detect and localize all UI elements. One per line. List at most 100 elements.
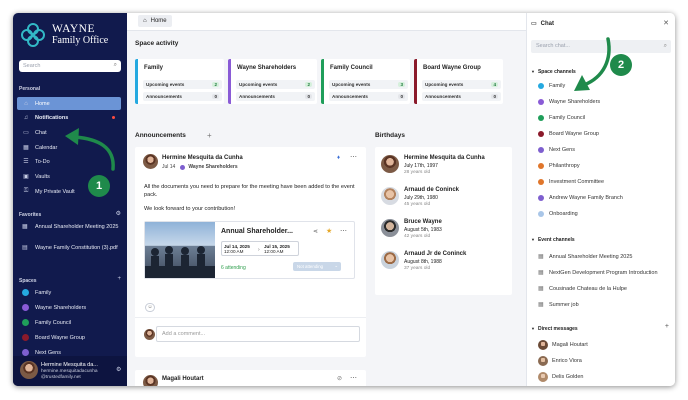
favorite-item[interactable]: ▤ Wayne Family Constitution (3).pdf [17,244,121,252]
star-icon[interactable]: ★ [326,227,332,235]
muted-bell-icon[interactable]: ⊘ [337,375,342,382]
tab-home[interactable]: ⌂ Home [138,15,172,27]
birthday-date: August 8th, 1988 [404,259,442,265]
sidebar-search-input[interactable]: Search ⌕ [19,60,121,72]
row-label: Upcoming events [239,82,278,87]
search-placeholder: Search chat... [536,43,570,49]
avatar [381,219,399,237]
favorites-settings-icon[interactable]: ⚙ [116,210,121,217]
space-card-wayne-shareholders[interactable]: Wayne Shareholders Upcoming events 2 Anno… [228,59,317,104]
space-card-name: Wayne Shareholders [237,65,297,71]
count-badge: 4 [491,81,498,87]
share-icon[interactable]: ⋖ [313,228,318,235]
sidebar-space-board-wayne-group[interactable]: Board Wayne Group [22,334,85,341]
app-window: WAYNE Family Office Search ⌕ Personal ⌂ H… [13,13,675,386]
more-options-icon[interactable]: ⋯ [350,374,357,382]
favorite-item[interactable]: ▦ Annual Shareholder Meeting 2025 [17,223,121,231]
space-label: Board Wayne Group [35,334,85,341]
calendar-icon: ▦ [538,286,544,292]
chat-event-channel[interactable]: ▦ Summer job [538,301,579,309]
space-color-dot [22,289,29,296]
space-card-family[interactable]: Family Upcoming events 2 Announcements 0 [135,59,224,104]
event-dates: Jul 14, 2025 12:00 AM › Jul 15, 2025 12:00… [221,241,299,256]
chat-channel-wayne-shareholders[interactable]: Wayne Shareholders [538,99,600,105]
rsvp-dropdown[interactable]: Not attending ⌄ [293,262,341,271]
section-title: Direct messages [537,326,578,332]
birthday-date: July 29th, 1980 [404,195,438,201]
space-card-name: Board Wayne Group [423,65,481,71]
caret-down-icon: ▼ [531,326,535,331]
sidebar-space-wayne-shareholders[interactable]: Wayne Shareholders [22,304,86,311]
nav-label: Calendar [35,144,58,151]
current-user-bar[interactable]: Hermine Mesquita da... hermine.mesquitad… [13,356,127,386]
count-badge: 0 [398,93,405,99]
pin-icon[interactable]: ♦ [337,155,340,161]
channel-label: Annual Shareholder Meeting 2025 [549,253,633,260]
event-title[interactable]: Annual Shareholder... [221,228,293,235]
chat-channel-family-council[interactable]: Family Council [538,115,585,121]
row-label: Announcements [425,94,461,99]
upcoming-events-row[interactable]: Upcoming events 4 [422,80,501,89]
chat-channel-board-wayne-group[interactable]: Board Wayne Group [538,131,599,137]
announcement-post: Magali Houtart ⊘ ⋯ [135,370,366,386]
sidebar-space-next-gens[interactable]: Next Gens [22,349,61,356]
comment-input[interactable]: Add a comment... [156,326,360,342]
file-icon: ▤ [22,245,28,251]
user-settings-icon[interactable]: ⚙ [116,366,121,373]
close-icon[interactable]: ✕ [663,19,669,27]
space-card-board-wayne-group[interactable]: Board Wayne Group Upcoming events 4 Annou… [414,59,503,104]
chat-icon: ▭ [531,21,537,27]
post-author[interactable]: Hermine Mesquita da Cunha [162,155,243,161]
chat-direct-message[interactable]: Magali Houtart [538,340,588,350]
chat-event-channel[interactable]: ▦ NextGen Development Program Introductio… [538,269,658,277]
brand-logo[interactable]: WAYNE Family Office [19,21,108,49]
add-space-icon[interactable]: + [117,276,121,282]
space-card-family-council[interactable]: Family Council Upcoming events 3 Announce… [321,59,410,104]
calendar-icon: ▦ [22,224,28,230]
attending-count[interactable]: 6 attending [221,265,246,271]
chat-event-channel[interactable]: ▦ Cousinade Chateau de la Hulpe [538,285,627,293]
announcements-row[interactable]: Announcements 0 [422,92,501,101]
event-channels-section[interactable]: ▼ Event channels [531,237,575,243]
chat-channel-onboarding[interactable]: Onboarding [538,211,578,217]
tab-label: Home [150,18,167,24]
sidebar-item-home[interactable]: ⌂ Home [17,97,121,110]
direct-messages-section[interactable]: ▼ Direct messages [531,326,578,332]
vault-icon: ▣ [23,174,29,180]
new-message-button[interactable]: + [665,323,669,330]
add-reaction-icon[interactable]: ☺ [145,303,155,312]
birthdays-title: Birthdays [375,132,405,139]
announcements-row[interactable]: Announcements 0 [143,92,222,101]
more-options-icon[interactable]: ⋯ [350,153,357,161]
chat-channel-next-gens[interactable]: Next Gens [538,147,575,153]
chat-direct-message[interactable]: Delis Golden [538,372,584,382]
birthday-age: 28 years old [404,170,431,175]
row-label: Upcoming events [332,82,371,87]
announcements-row[interactable]: Announcements 0 [329,92,408,101]
search-icon: ⌕ [663,43,667,49]
count-badge: 0 [212,93,219,99]
calendar-icon: ▦ [23,145,29,151]
chat-channel-investment-committee[interactable]: Investment Committee [538,179,604,185]
upcoming-events-row[interactable]: Upcoming events 3 [329,80,408,89]
space-color-dot [22,304,29,311]
add-announcement-button[interactable]: + [207,131,212,140]
chat-event-channel[interactable]: ▦ Annual Shareholder Meeting 2025 [538,253,633,261]
sidebar-space-family[interactable]: Family [22,289,51,296]
post-author[interactable]: Magali Houtart [162,376,204,382]
upcoming-events-row[interactable]: Upcoming events 2 [236,80,315,89]
chat-icon: ▭ [23,130,29,136]
sidebar-space-family-council[interactable]: Family Council [22,319,71,326]
chat-channel-andrew-wayne-family-branch[interactable]: Andrew Wayne Family Branch [538,195,623,201]
chat-direct-message[interactable]: Enrico Viora [538,356,582,366]
space-color-dot [538,83,544,89]
upcoming-events-row[interactable]: Upcoming events 2 [143,80,222,89]
post-date: Jul 14 [162,164,176,170]
announcements-row[interactable]: Announcements 0 [236,92,315,101]
space-label: Family Council [35,319,72,326]
event-card[interactable]: Annual Shareholder... ⋖ ★ ⋯ Jul 14, 2025… [144,221,355,279]
chat-channel-family[interactable]: Family [538,83,565,89]
more-options-icon[interactable]: ⋯ [340,227,347,235]
chat-channel-philanthropy[interactable]: Philanthropy [538,163,580,169]
post-space[interactable]: Wayne Shareholders [188,164,237,170]
